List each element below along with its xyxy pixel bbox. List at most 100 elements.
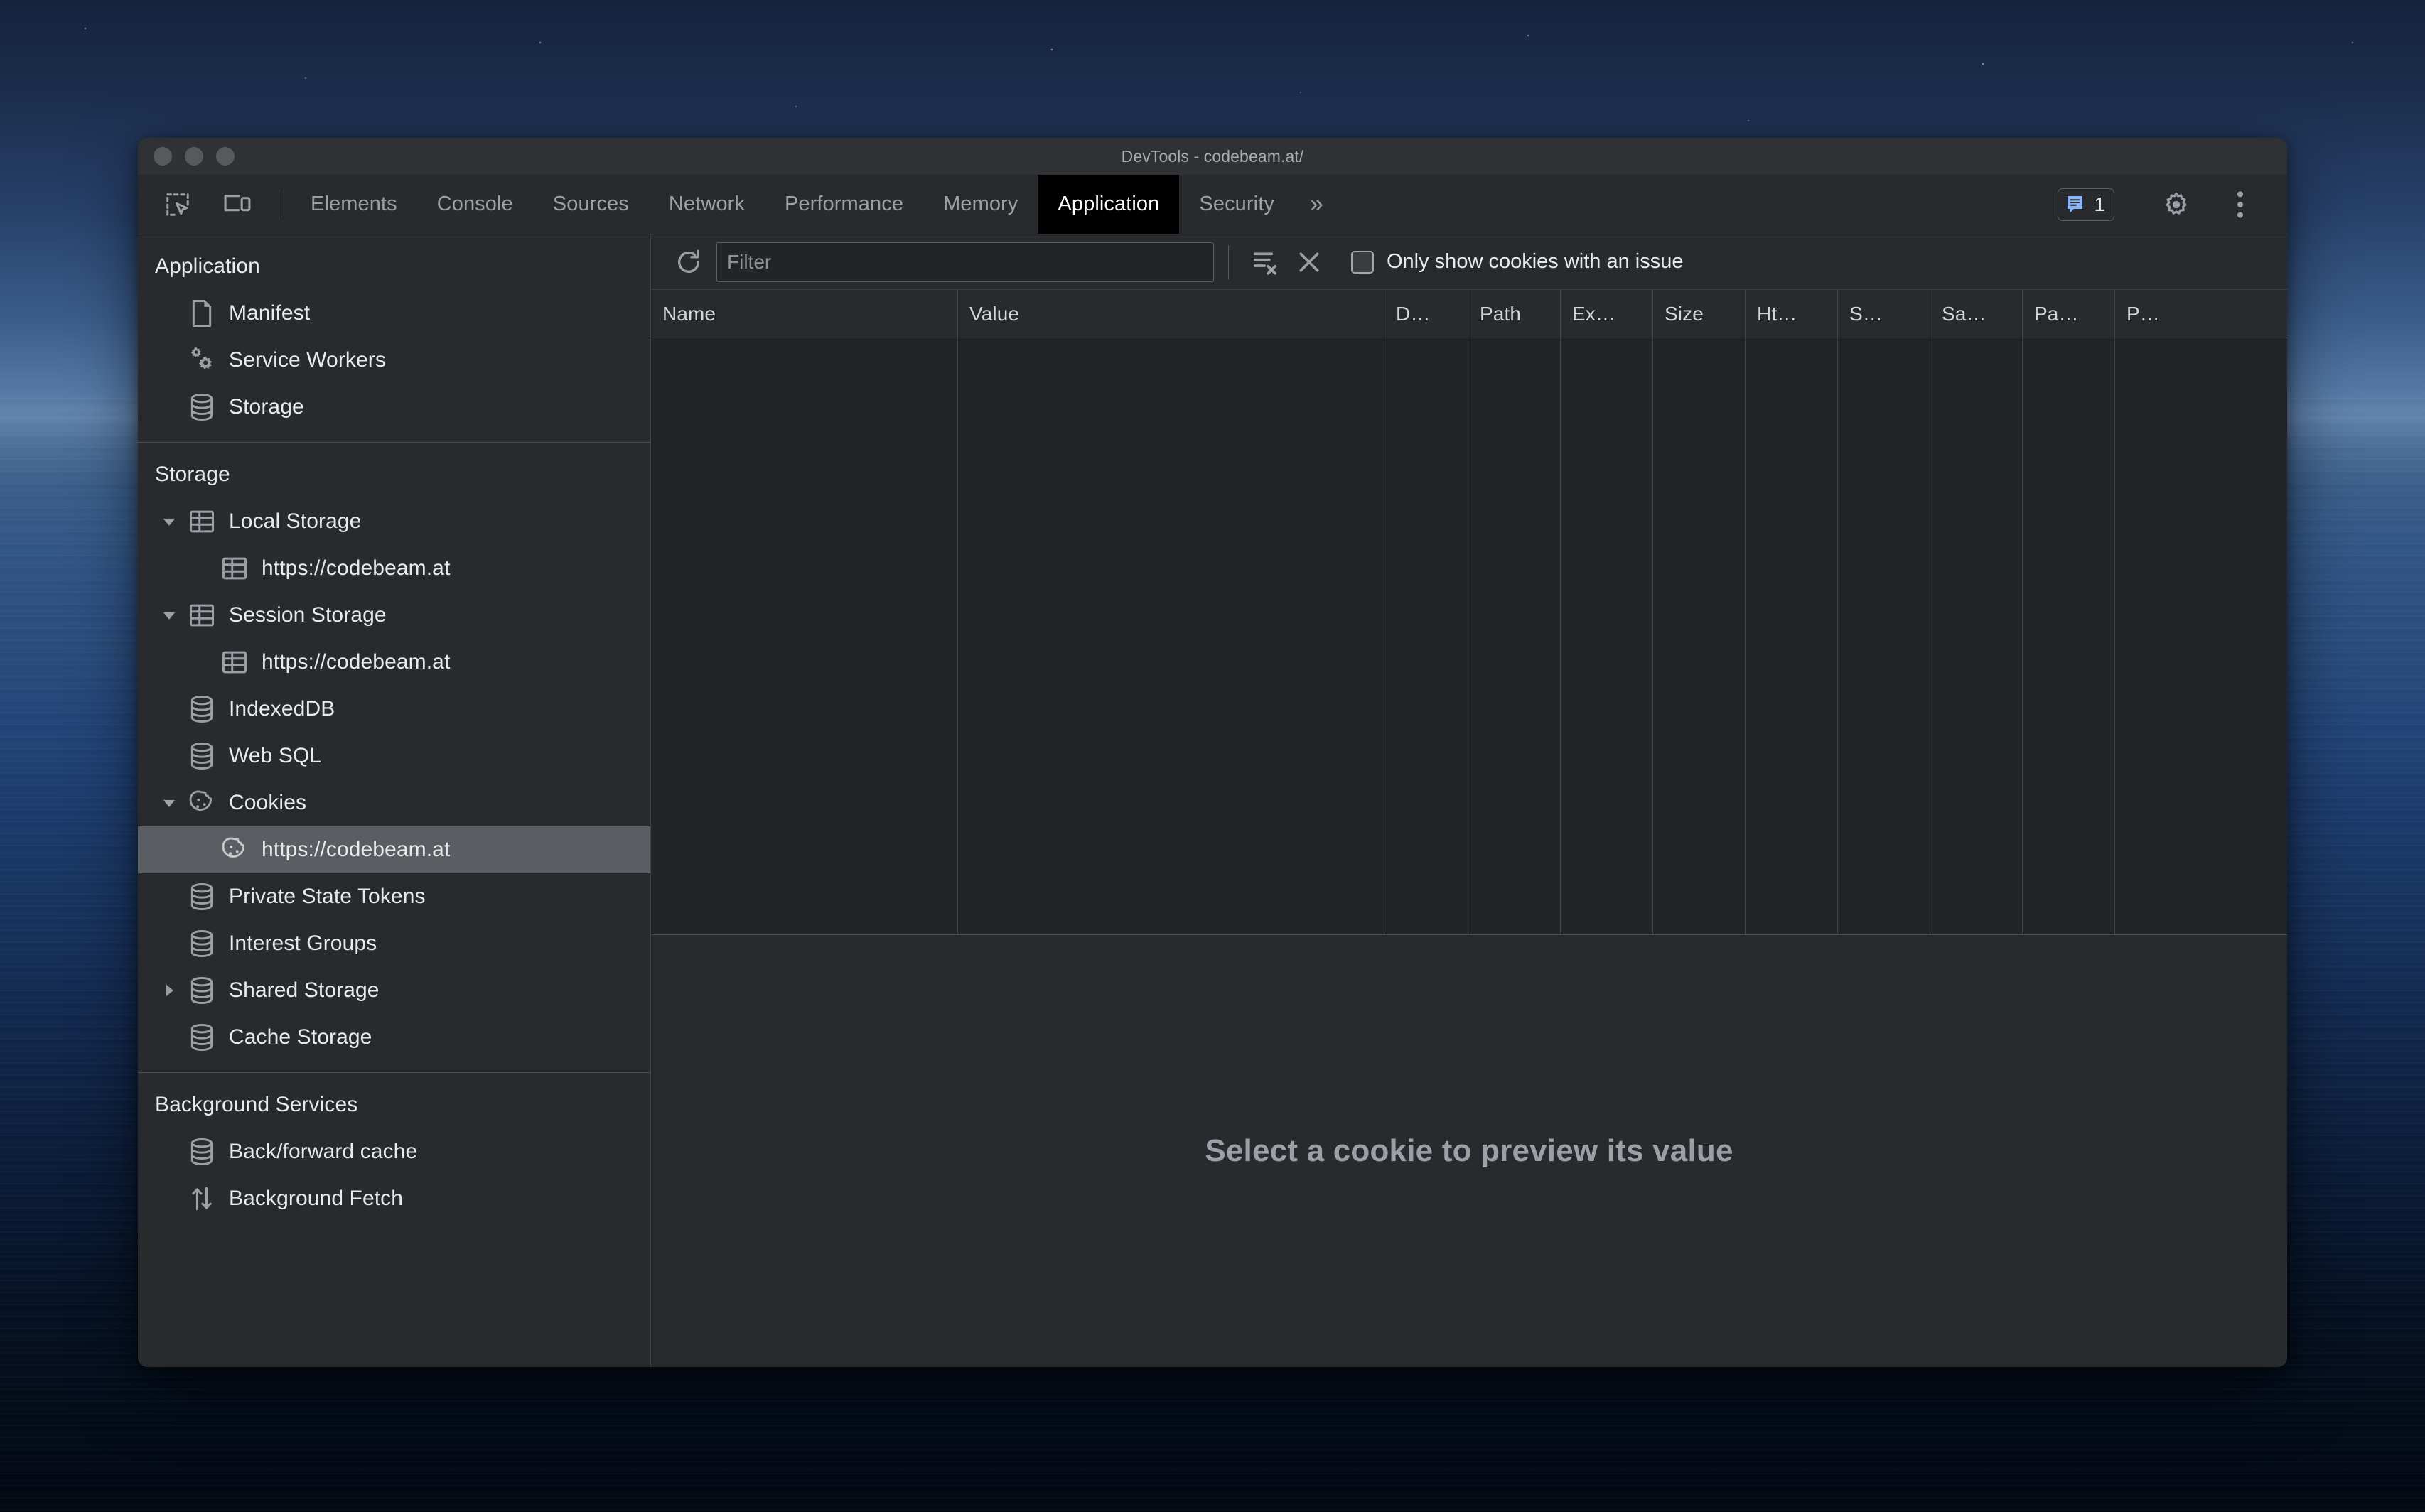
sidebar-item-session-storage[interactable]: Session Storage [138,592,650,639]
table-icon [183,509,220,534]
tab-console[interactable]: Console [417,175,533,234]
database-icon [183,929,220,958]
checkbox-label: Only show cookies with an issue [1387,250,1684,273]
sidebar-item-background-fetch[interactable]: Background Fetch [138,1175,650,1222]
sidebar-item-label: Web SQL [229,744,322,767]
toolbar-separator [1228,244,1229,279]
sidebar-item-label: Background Fetch [229,1187,404,1210]
preview-empty-message: Select a cookie to preview its value [1205,1133,1733,1168]
column-header-priority[interactable]: P… [2115,290,2208,338]
cookies-panel: Only show cookies with an issue Name Val… [651,234,2287,1367]
column-header-httponly[interactable]: Ht… [1746,290,1838,338]
sidebar-item-manifest[interactable]: Manifest [138,290,650,337]
gear-icon[interactable] [2146,190,2206,219]
tab-network[interactable]: Network [649,175,765,234]
sidebar-item-label: Manifest [229,301,311,325]
clear-filtered-cookies-icon[interactable] [1243,240,1287,284]
sidebar-item-session-storage-origin[interactable]: https://codebeam.at [138,639,650,686]
window-titlebar: DevTools - codebeam.at/ [138,138,2287,175]
cookie-preview-pane: Select a cookie to preview its value [651,935,2287,1367]
chevron-down-icon[interactable] [155,796,183,810]
chevron-down-icon[interactable] [155,608,183,622]
column-header-name[interactable]: Name [651,290,958,338]
sidebar-item-cookies-origin[interactable]: https://codebeam.at [138,826,650,873]
message-count: 1 [2094,193,2105,215]
database-icon [183,882,220,911]
sidebar-item-cache-storage[interactable]: Cache Storage [138,1014,650,1061]
column-header-path[interactable]: Path [1468,290,1561,338]
refresh-icon[interactable] [667,240,711,284]
sidebar-item-local-storage-origin[interactable]: https://codebeam.at [138,545,650,592]
more-tabs-button[interactable]: » [1294,175,1339,234]
sync-arrows-icon [183,1184,220,1213]
sidebar-item-label: Service Workers [229,348,386,372]
devtools-window: DevTools - codebeam.at/ Elements Console… [138,138,2287,1367]
traffic-lights [154,147,235,166]
inspect-element-icon[interactable] [148,175,208,234]
sidebar-item-cookies[interactable]: Cookies [138,779,650,826]
sidebar-item-label: https://codebeam.at [262,556,451,580]
sidebar-item-shared-storage[interactable]: Shared Storage [138,967,650,1014]
clear-all-cookies-icon[interactable] [1287,240,1331,284]
table-header-row: Name Value D… Path Ex… Size Ht… S… Sa… P… [651,290,2287,338]
devtools-body: Application Manifest Service Workers Sto… [138,234,2287,1367]
devtools-tabbar: Elements Console Sources Network Perform… [138,175,2287,234]
sidebar-item-label: Interest Groups [229,932,377,955]
cookies-table: Name Value D… Path Ex… Size Ht… S… Sa… P… [651,290,2287,935]
column-header-expires[interactable]: Ex… [1561,290,1653,338]
column-header-domain[interactable]: D… [1384,290,1468,338]
sidebar-item-label: Cache Storage [229,1025,372,1049]
column-cell-expires [1561,338,1653,934]
section-title-background-services: Background Services [155,1093,358,1116]
sidebar-item-service-workers[interactable]: Service Workers [138,337,650,384]
column-header-size[interactable]: Size [1653,290,1746,338]
column-header-partition[interactable]: Pa… [2023,290,2115,338]
database-icon [183,393,220,421]
sidebar-item-label: Storage [229,395,304,418]
tab-memory[interactable]: Memory [923,175,1038,234]
tab-sources[interactable]: Sources [533,175,649,234]
sidebar-item-label: Shared Storage [229,978,380,1002]
sidebar-item-indexeddb[interactable]: IndexedDB [138,686,650,733]
tab-elements[interactable]: Elements [291,175,417,234]
sidebar-item-interest-groups[interactable]: Interest Groups [138,920,650,967]
table-icon [216,556,253,581]
sidebar-item-web-sql[interactable]: Web SQL [138,733,650,779]
column-cell-path [1468,338,1561,934]
tab-application[interactable]: Application [1038,175,1180,234]
checkbox-box[interactable] [1351,250,1374,274]
database-icon [183,742,220,770]
document-icon [183,299,220,328]
only-show-issue-cookies-checkbox[interactable]: Only show cookies with an issue [1351,250,1683,274]
column-cell-samesite [1930,338,2023,934]
panel-tabs: Elements Console Sources Network Perform… [291,175,2058,234]
sidebar-item-storage[interactable]: Storage [138,384,650,431]
tab-performance[interactable]: Performance [765,175,923,234]
column-header-samesite[interactable]: Sa… [1930,290,2023,338]
column-header-secure[interactable]: S… [1838,290,1930,338]
message-badge[interactable]: 1 [2058,188,2114,221]
sidebar-item-local-storage[interactable]: Local Storage [138,498,650,545]
zoom-window-button[interactable] [216,147,235,166]
close-window-button[interactable] [154,147,172,166]
column-cell-priority [2115,338,2208,934]
kebab-menu-icon[interactable] [2210,190,2270,219]
gears-icon [183,346,220,374]
chevron-right-icon[interactable] [155,983,183,998]
sidebar-section-storage: Storage Local Storage https://codebeam.a… [138,442,650,1072]
cookies-toolbar: Only show cookies with an issue [651,234,2287,290]
chevron-down-icon[interactable] [155,514,183,529]
sidebar-item-back-forward-cache[interactable]: Back/forward cache [138,1128,650,1175]
application-sidebar: Application Manifest Service Workers Sto… [138,234,651,1367]
tab-security[interactable]: Security [1179,175,1294,234]
column-header-value[interactable]: Value [958,290,1384,338]
cookie-icon [216,836,253,863]
sidebar-section-application: Application Manifest Service Workers Sto… [138,234,650,442]
filter-input[interactable] [716,242,1214,282]
sidebar-item-label: Session Storage [229,603,387,627]
tabbar-actions: 1 [2058,175,2287,234]
device-toolbar-icon[interactable] [208,175,267,234]
sidebar-item-private-state-tokens[interactable]: Private State Tokens [138,873,650,920]
window-title: DevTools - codebeam.at/ [1121,146,1304,166]
minimize-window-button[interactable] [185,147,203,166]
